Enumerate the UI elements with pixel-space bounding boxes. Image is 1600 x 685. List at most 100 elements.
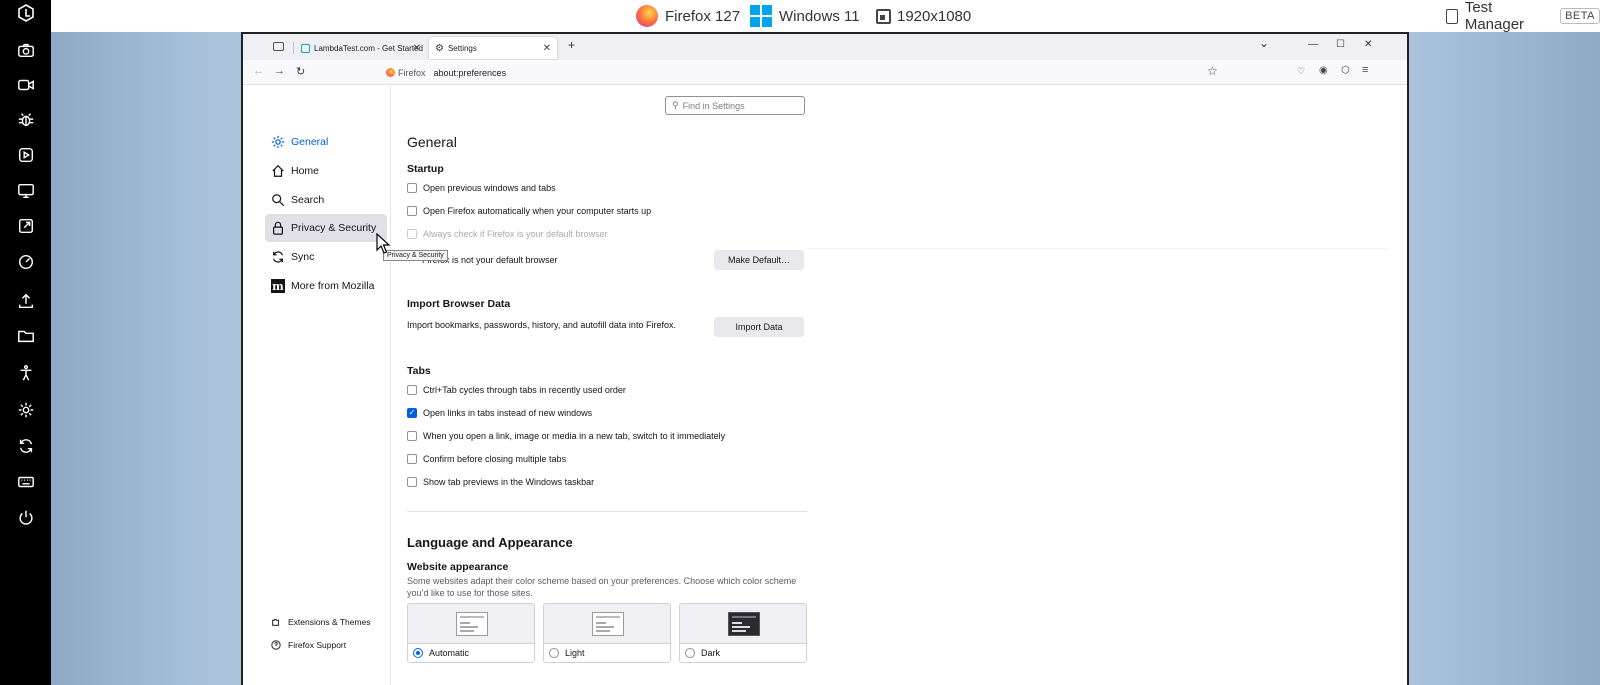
help-icon [271,640,281,650]
tooltip: Privacy & Security [383,250,448,261]
theme-card-dark[interactable]: Dark [679,603,807,663]
search-icon: ⚲ [672,100,679,110]
sync-icon[interactable] [13,433,39,459]
resolution-icon [876,8,891,24]
radio-button[interactable] [413,648,423,658]
play-icon[interactable] [13,142,39,168]
search-icon [272,194,285,207]
close-window-button[interactable]: ✕ [1364,39,1372,50]
monitor-icon[interactable] [13,178,39,204]
identity-box[interactable]: Firefox [386,68,426,78]
option-switch-to-new-tab[interactable]: When you open a link, image or media in … [407,431,725,441]
checkbox[interactable] [407,183,417,193]
option-open-links-in-tabs[interactable]: Open links in tabs instead of new window… [407,408,592,418]
firefox-view-icon[interactable] [273,42,284,51]
gauge-icon[interactable] [13,249,39,275]
theme-preview-light [592,612,624,636]
checkbox [407,229,417,239]
category-home[interactable]: Home [265,157,387,185]
radio-button[interactable] [685,648,695,658]
theme-card-automatic[interactable]: Automatic [407,603,535,663]
theme-card-light[interactable]: Light [543,603,671,663]
folder-icon[interactable] [13,323,39,349]
url-text: about:preferences [433,67,507,78]
theme-option[interactable]: Dark [680,643,806,662]
firefox-support-link[interactable]: Firefox Support [271,640,346,650]
section-divider [407,511,807,512]
bookmark-star-icon[interactable]: ☆ [1207,64,1218,78]
theme-label: Light [565,648,585,658]
tab-strip: LambdaTest.com - Get Started ✕ ⚙ Setting… [243,34,1407,60]
bug-icon[interactable] [13,107,39,133]
preferences-page: General Home Search Privacy & Security S… [243,86,1407,685]
link-label: Firefox Support [288,640,347,650]
maximize-button[interactable]: ☐ [1336,39,1345,50]
keyboard-icon[interactable] [13,469,39,495]
external-link-icon[interactable] [13,213,39,239]
option-open-automatically[interactable]: Open Firefox automatically when your com… [407,206,651,216]
option-label: Ctrl+Tab cycles through tabs in recently… [423,385,626,395]
lambdatest-logo-icon[interactable] [13,0,39,26]
list-all-tabs-icon[interactable]: ⌄ [1259,36,1269,50]
import-data-button[interactable]: Import Data [714,317,804,337]
checkbox[interactable] [407,385,417,395]
url-bar[interactable]: Firefox about:preferences [386,62,1236,83]
option-confirm-closing[interactable]: Confirm before closing multiple tabs [407,454,566,464]
settings-search-input[interactable]: ⚲ Find in Settings [665,96,805,115]
back-icon[interactable]: ← [253,65,264,77]
identity-label: Firefox [398,67,426,78]
camera-icon[interactable] [13,37,39,63]
theme-option[interactable]: Light [544,643,670,662]
menu-icon[interactable]: ≡ [1362,64,1368,76]
radio-button[interactable] [549,648,559,658]
pocket-icon[interactable]: ♡ [1297,66,1305,77]
option-ctrl-tab[interactable]: Ctrl+Tab cycles through tabs in recently… [407,385,626,395]
power-icon[interactable] [13,505,39,531]
clipboard-icon [1446,8,1458,24]
category-label: Home [291,165,320,177]
theme-option[interactable]: Automatic [408,643,534,662]
test-manager-button[interactable]: Test Manager BETA [1446,0,1600,33]
video-icon[interactable] [13,72,39,98]
tab-settings[interactable]: ⚙ Settings ✕ [429,37,557,59]
new-tab-button[interactable]: + [568,38,575,52]
home-icon [272,164,284,177]
option-open-previous-windows[interactable]: Open previous windows and tabs [407,183,556,193]
tab-lambdatest[interactable]: LambdaTest.com - Get Started ✕ [295,37,427,59]
firefox-window: LambdaTest.com - Get Started ✕ ⚙ Setting… [241,32,1409,685]
category-general[interactable]: General [265,128,387,156]
category-search[interactable]: Search [265,186,387,214]
category-privacy[interactable]: Privacy & Security [265,214,387,242]
extensions-icon[interactable]: ⬡ [1341,65,1350,76]
forward-icon[interactable]: → [274,65,285,77]
category-label: Privacy & Security [291,222,377,234]
close-tab-icon[interactable]: ✕ [413,43,421,54]
accessibility-icon[interactable] [13,360,39,386]
sync-icon [273,251,283,263]
option-label: Show tab previews in the Windows taskbar [423,477,595,487]
option-tab-previews[interactable]: Show tab previews in the Windows taskbar [407,477,594,487]
beta-badge: BETA [1560,8,1600,24]
make-default-button[interactable]: Make Default… [714,250,804,270]
tab-separator [293,42,294,54]
account-icon[interactable]: ◉ [1319,65,1328,76]
resolution-value: 1920x1080 [897,7,972,25]
settings-icon[interactable] [13,397,39,423]
close-tab-icon[interactable]: ✕ [543,43,551,54]
gear-icon [271,135,285,149]
theme-label: Automatic [429,648,470,658]
reload-icon[interactable]: ↻ [296,65,305,78]
category-sync[interactable]: Sync [265,243,387,271]
minimize-button[interactable]: — [1308,39,1318,50]
extensions-themes-link[interactable]: Extensions & Themes [271,617,371,627]
category-more-from-mozilla[interactable]: m More from Mozilla [265,272,387,300]
checkbox[interactable] [407,206,417,216]
option-label: When you open a link, image or media in … [423,431,726,441]
checkbox[interactable] [407,454,417,464]
option-label: Open previous windows and tabs [423,183,556,193]
firefox-identity-icon [386,68,395,77]
checkbox[interactable] [407,477,417,487]
checkbox[interactable] [407,431,417,441]
checkbox[interactable] [407,408,417,418]
upload-icon[interactable] [13,288,39,314]
